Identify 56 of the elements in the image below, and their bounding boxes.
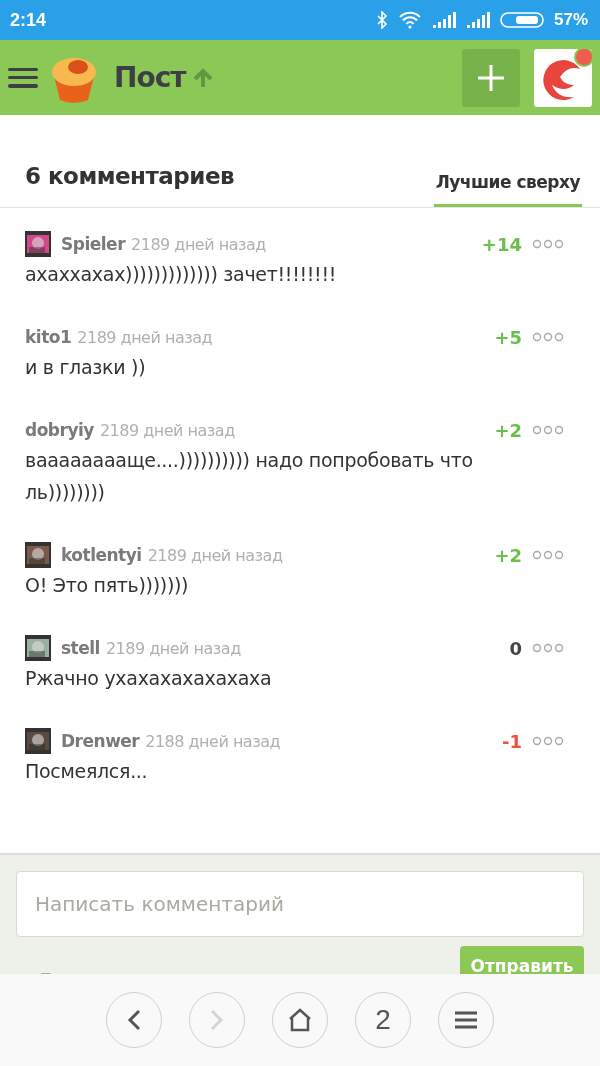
more-icon[interactable] xyxy=(532,332,564,342)
comment-rating: +5 xyxy=(494,326,522,348)
comment-author[interactable]: Spieler xyxy=(61,234,125,254)
more-icon[interactable] xyxy=(532,550,564,560)
user-avatar[interactable] xyxy=(534,48,592,107)
more-icon[interactable] xyxy=(532,736,564,746)
sort-tab[interactable]: Лучшие сверху xyxy=(433,172,582,207)
comment-rating: +14 xyxy=(481,233,522,255)
more-icon[interactable] xyxy=(532,425,564,435)
wifi-icon xyxy=(397,11,422,29)
menu-icon[interactable] xyxy=(8,65,38,90)
signal-icon xyxy=(431,11,456,29)
clock: 2:14 xyxy=(10,9,47,31)
back-icon xyxy=(126,1008,142,1032)
page-title: Пост xyxy=(114,61,186,94)
comment-time: 2189 дней назад xyxy=(131,234,266,254)
comments-count: 6 комментариев xyxy=(25,163,235,191)
comment-text: ахаххахах))))))))))))) зачет!!!!!!!! xyxy=(25,262,338,287)
comment-rating: +2 xyxy=(494,419,522,441)
comment-text: вааааааааще....)))))))))) надо попробовать что ль)))))))) xyxy=(25,448,474,505)
signal-icon xyxy=(465,11,490,29)
comment-text: и в глазки )) xyxy=(25,355,147,380)
arrow-up-icon xyxy=(191,66,214,89)
battery-icon xyxy=(499,11,544,29)
battery-level: 57% xyxy=(553,10,588,30)
comment-time: 2189 дней назад xyxy=(99,420,235,440)
menu-icon xyxy=(454,1010,478,1030)
comment-author[interactable]: kito1 xyxy=(25,327,72,347)
menu-button[interactable] xyxy=(438,992,494,1048)
comment-rating: -1 xyxy=(502,730,522,752)
comment-text: О! Это пять))))))) xyxy=(25,573,190,598)
comment-author[interactable]: dobryiy xyxy=(25,420,94,440)
logo-icon xyxy=(534,48,592,107)
forward-icon xyxy=(209,1008,225,1032)
comment-author[interactable]: stell xyxy=(61,638,100,658)
notification-dot xyxy=(574,46,594,67)
home-button[interactable] xyxy=(272,992,328,1048)
comment-text: Ржачно ухахахахахахаха xyxy=(25,666,273,691)
back-button[interactable] xyxy=(106,992,162,1048)
add-button[interactable] xyxy=(462,48,520,107)
more-icon[interactable] xyxy=(532,643,564,653)
more-icon[interactable] xyxy=(532,239,564,249)
comment-time: 2189 дней назад xyxy=(147,545,283,565)
plus-icon xyxy=(476,62,506,93)
tabs-button[interactable]: 2 xyxy=(355,992,411,1048)
comment-text: Посмеялся... xyxy=(25,759,149,784)
comment-time: 2188 дней назад xyxy=(145,731,281,751)
comment-author[interactable]: kotlentyi xyxy=(61,545,142,565)
comment-rating: +2 xyxy=(494,544,522,566)
comment-time: 2189 дней назад xyxy=(105,638,241,658)
comment-rating: 0 xyxy=(509,637,522,659)
bluetooth-icon xyxy=(375,11,388,29)
comment-author[interactable]: Drenwer xyxy=(61,731,140,751)
comment-time: 2189 дней назад xyxy=(77,327,213,347)
comment-input[interactable]: Написать комментарий xyxy=(16,871,584,937)
home-icon xyxy=(287,1008,313,1032)
